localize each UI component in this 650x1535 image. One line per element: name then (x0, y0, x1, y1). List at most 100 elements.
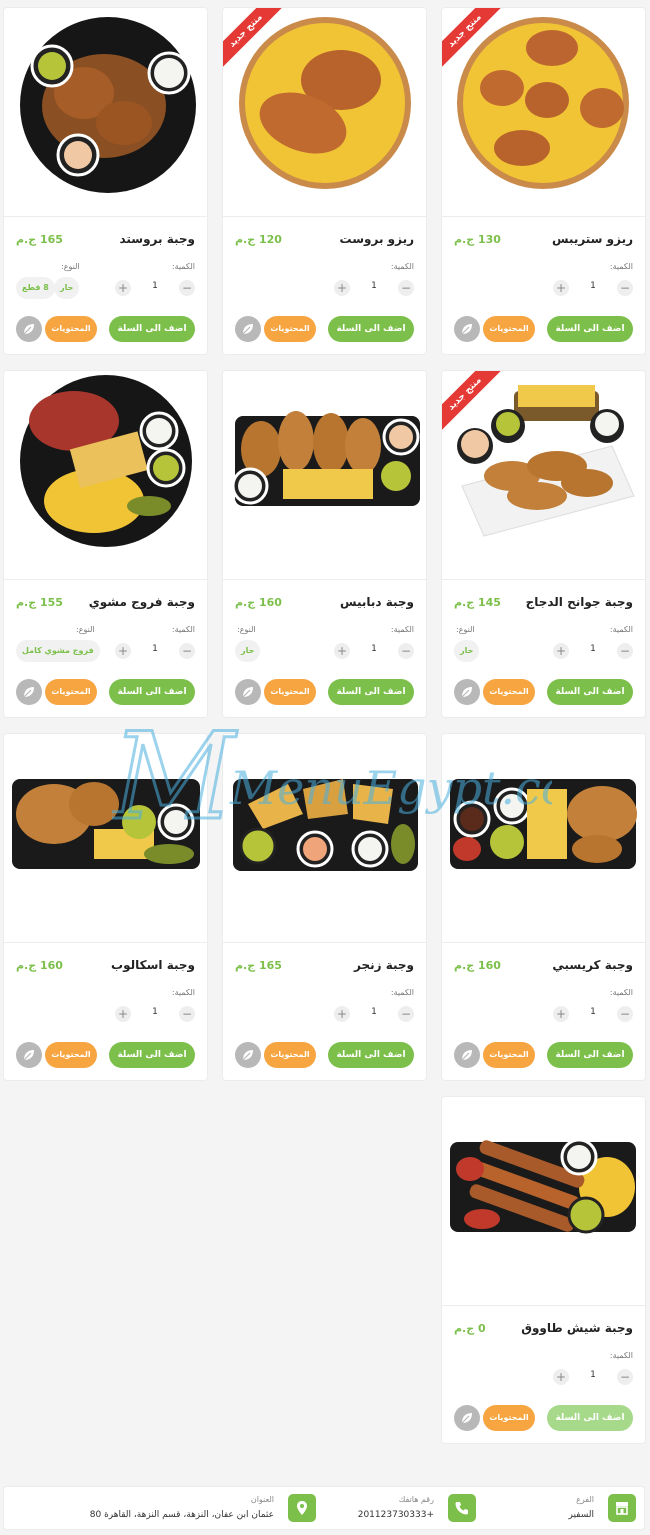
contents-button[interactable]: المحتويات (483, 679, 535, 705)
product-card: منتج جديد وجبة جوانح الدجاج 145 ج.م الكم… (441, 370, 646, 718)
type-option[interactable]: حار (454, 640, 480, 662)
phone-value[interactable]: +201123730333 (358, 1510, 434, 1520)
product-price: 145 ج.م (454, 596, 501, 609)
contents-button[interactable]: المحتويات (483, 1042, 535, 1068)
product-card: وجبة اسكالوب 160 ج.م الكمية: − 1 + اضف ا… (3, 733, 208, 1081)
ingredients-button[interactable] (235, 316, 261, 342)
product-image[interactable] (442, 734, 645, 942)
quantity-stepper: − 1 + (553, 278, 633, 298)
increment-button[interactable]: + (553, 280, 569, 296)
leaf-icon (461, 687, 472, 698)
increment-button[interactable]: + (115, 1006, 131, 1022)
product-title: وجبة جوانح الدجاج (525, 595, 633, 609)
type-option[interactable]: 8 قطع (16, 277, 55, 299)
product-title: وجبة زنجر (354, 958, 414, 972)
quantity-label: الكمية: (171, 988, 195, 997)
ingredients-button[interactable] (16, 679, 42, 705)
quantity-stepper: − 1 + (553, 1004, 633, 1024)
product-card: منتج جديد ريزو بروست 120 ج.م الكمية: − 1… (222, 7, 427, 355)
leaf-icon (242, 1050, 253, 1061)
quantity-stepper: − 1 + (115, 641, 195, 661)
quantity-stepper: − 1 + (115, 1004, 195, 1024)
phone-icon (448, 1494, 476, 1522)
increment-button[interactable]: + (553, 1369, 569, 1385)
leaf-icon (242, 687, 253, 698)
increment-button[interactable]: + (553, 643, 569, 659)
quantity-stepper: − 1 + (334, 1004, 414, 1024)
add-to-cart-button[interactable]: اضف الى السلة (109, 679, 195, 705)
increment-button[interactable]: + (334, 280, 350, 296)
leaf-icon (461, 1413, 472, 1424)
product-card: وجبة شيش طاووق 0 ج.م الكمية: − 1 + اضف ا… (441, 1096, 646, 1444)
contents-button[interactable]: المحتويات (483, 316, 535, 342)
product-image[interactable] (4, 8, 207, 216)
type-option[interactable]: فروج مشوي كامل (16, 640, 100, 662)
product-title: وجبة دبابيس (340, 595, 414, 609)
add-to-cart-button[interactable]: اضف الى السلة (547, 1042, 633, 1068)
product-card: وجبة كريسبي 160 ج.م الكمية: − 1 + اضف ال… (441, 733, 646, 1081)
ingredients-button[interactable] (454, 316, 480, 342)
quantity-label: الكمية: (609, 262, 633, 271)
add-to-cart-button[interactable]: اضف الى السلة (328, 1042, 414, 1068)
ingredients-button[interactable] (454, 1042, 480, 1068)
quantity-label: الكمية: (609, 988, 633, 997)
increment-button[interactable]: + (334, 1006, 350, 1022)
product-image[interactable] (442, 1097, 645, 1305)
quantity-label: الكمية: (390, 262, 414, 271)
add-to-cart-button[interactable]: اضف الى السلة (109, 1042, 195, 1068)
type-label: النوع: (456, 625, 475, 634)
increment-button[interactable]: + (553, 1006, 569, 1022)
leaf-icon (461, 324, 472, 335)
add-to-cart-button[interactable]: اضف الى السلة (109, 316, 195, 342)
quantity-label: الكمية: (171, 625, 195, 634)
product-price: 0 ج.م (454, 1322, 486, 1335)
product-image[interactable] (223, 734, 426, 942)
contents-button[interactable]: المحتويات (45, 1042, 97, 1068)
ingredients-button[interactable] (16, 316, 42, 342)
contents-button[interactable]: المحتويات (45, 316, 97, 342)
product-title: وجبة بروستد (119, 232, 195, 246)
ingredients-button[interactable] (235, 679, 261, 705)
add-to-cart-button[interactable]: اضف الى السلة (328, 316, 414, 342)
leaf-icon (23, 324, 34, 335)
branch-info-bar: الفرع السفير رقم هاتفك +201123730333 الع… (3, 1486, 645, 1530)
product-card: وجبة بروستد 165 ج.م الكمية: النوع: − 1 +… (3, 7, 208, 355)
product-price: 155 ج.م (16, 596, 63, 609)
type-label: النوع: (76, 625, 95, 634)
quantity-label: الكمية: (609, 1351, 633, 1360)
contents-button[interactable]: المحتويات (483, 1405, 535, 1431)
product-image[interactable] (442, 8, 645, 216)
type-option[interactable]: حار (235, 640, 261, 662)
increment-button[interactable]: + (334, 643, 350, 659)
type-label: النوع: (61, 262, 80, 271)
type-option[interactable]: حار (54, 277, 80, 299)
add-to-cart-button[interactable]: اضف الى السلة (547, 1405, 633, 1431)
ingredients-button[interactable] (454, 679, 480, 705)
quantity-stepper: − 1 + (115, 278, 195, 298)
increment-button[interactable]: + (115, 643, 131, 659)
ingredients-button[interactable] (454, 1405, 480, 1431)
add-to-cart-button[interactable]: اضف الى السلة (547, 679, 633, 705)
product-image[interactable] (442, 371, 645, 579)
add-to-cart-button[interactable]: اضف الى السلة (328, 679, 414, 705)
contents-button[interactable]: المحتويات (264, 316, 316, 342)
contents-button[interactable]: المحتويات (264, 1042, 316, 1068)
contents-button[interactable]: المحتويات (264, 679, 316, 705)
product-image[interactable] (4, 371, 207, 579)
ingredients-button[interactable] (235, 1042, 261, 1068)
address-value: عثمان ابن عفان، النزهة، قسم النزهة، القا… (89, 1510, 274, 1520)
contents-button[interactable]: المحتويات (45, 679, 97, 705)
product-image[interactable] (4, 734, 207, 942)
ingredients-button[interactable] (16, 1042, 42, 1068)
branch-label: الفرع (576, 1495, 594, 1504)
product-card: وجبة فروج مشوي 155 ج.م الكمية: النوع: − … (3, 370, 208, 718)
product-image[interactable] (223, 8, 426, 216)
increment-button[interactable]: + (115, 280, 131, 296)
product-price: 160 ج.م (454, 959, 501, 972)
add-to-cart-button[interactable]: اضف الى السلة (547, 316, 633, 342)
leaf-icon (23, 687, 34, 698)
product-image[interactable] (223, 371, 426, 579)
quantity-label: الكمية: (390, 625, 414, 634)
quantity-label: الكمية: (390, 988, 414, 997)
product-price: 165 ج.م (235, 959, 282, 972)
